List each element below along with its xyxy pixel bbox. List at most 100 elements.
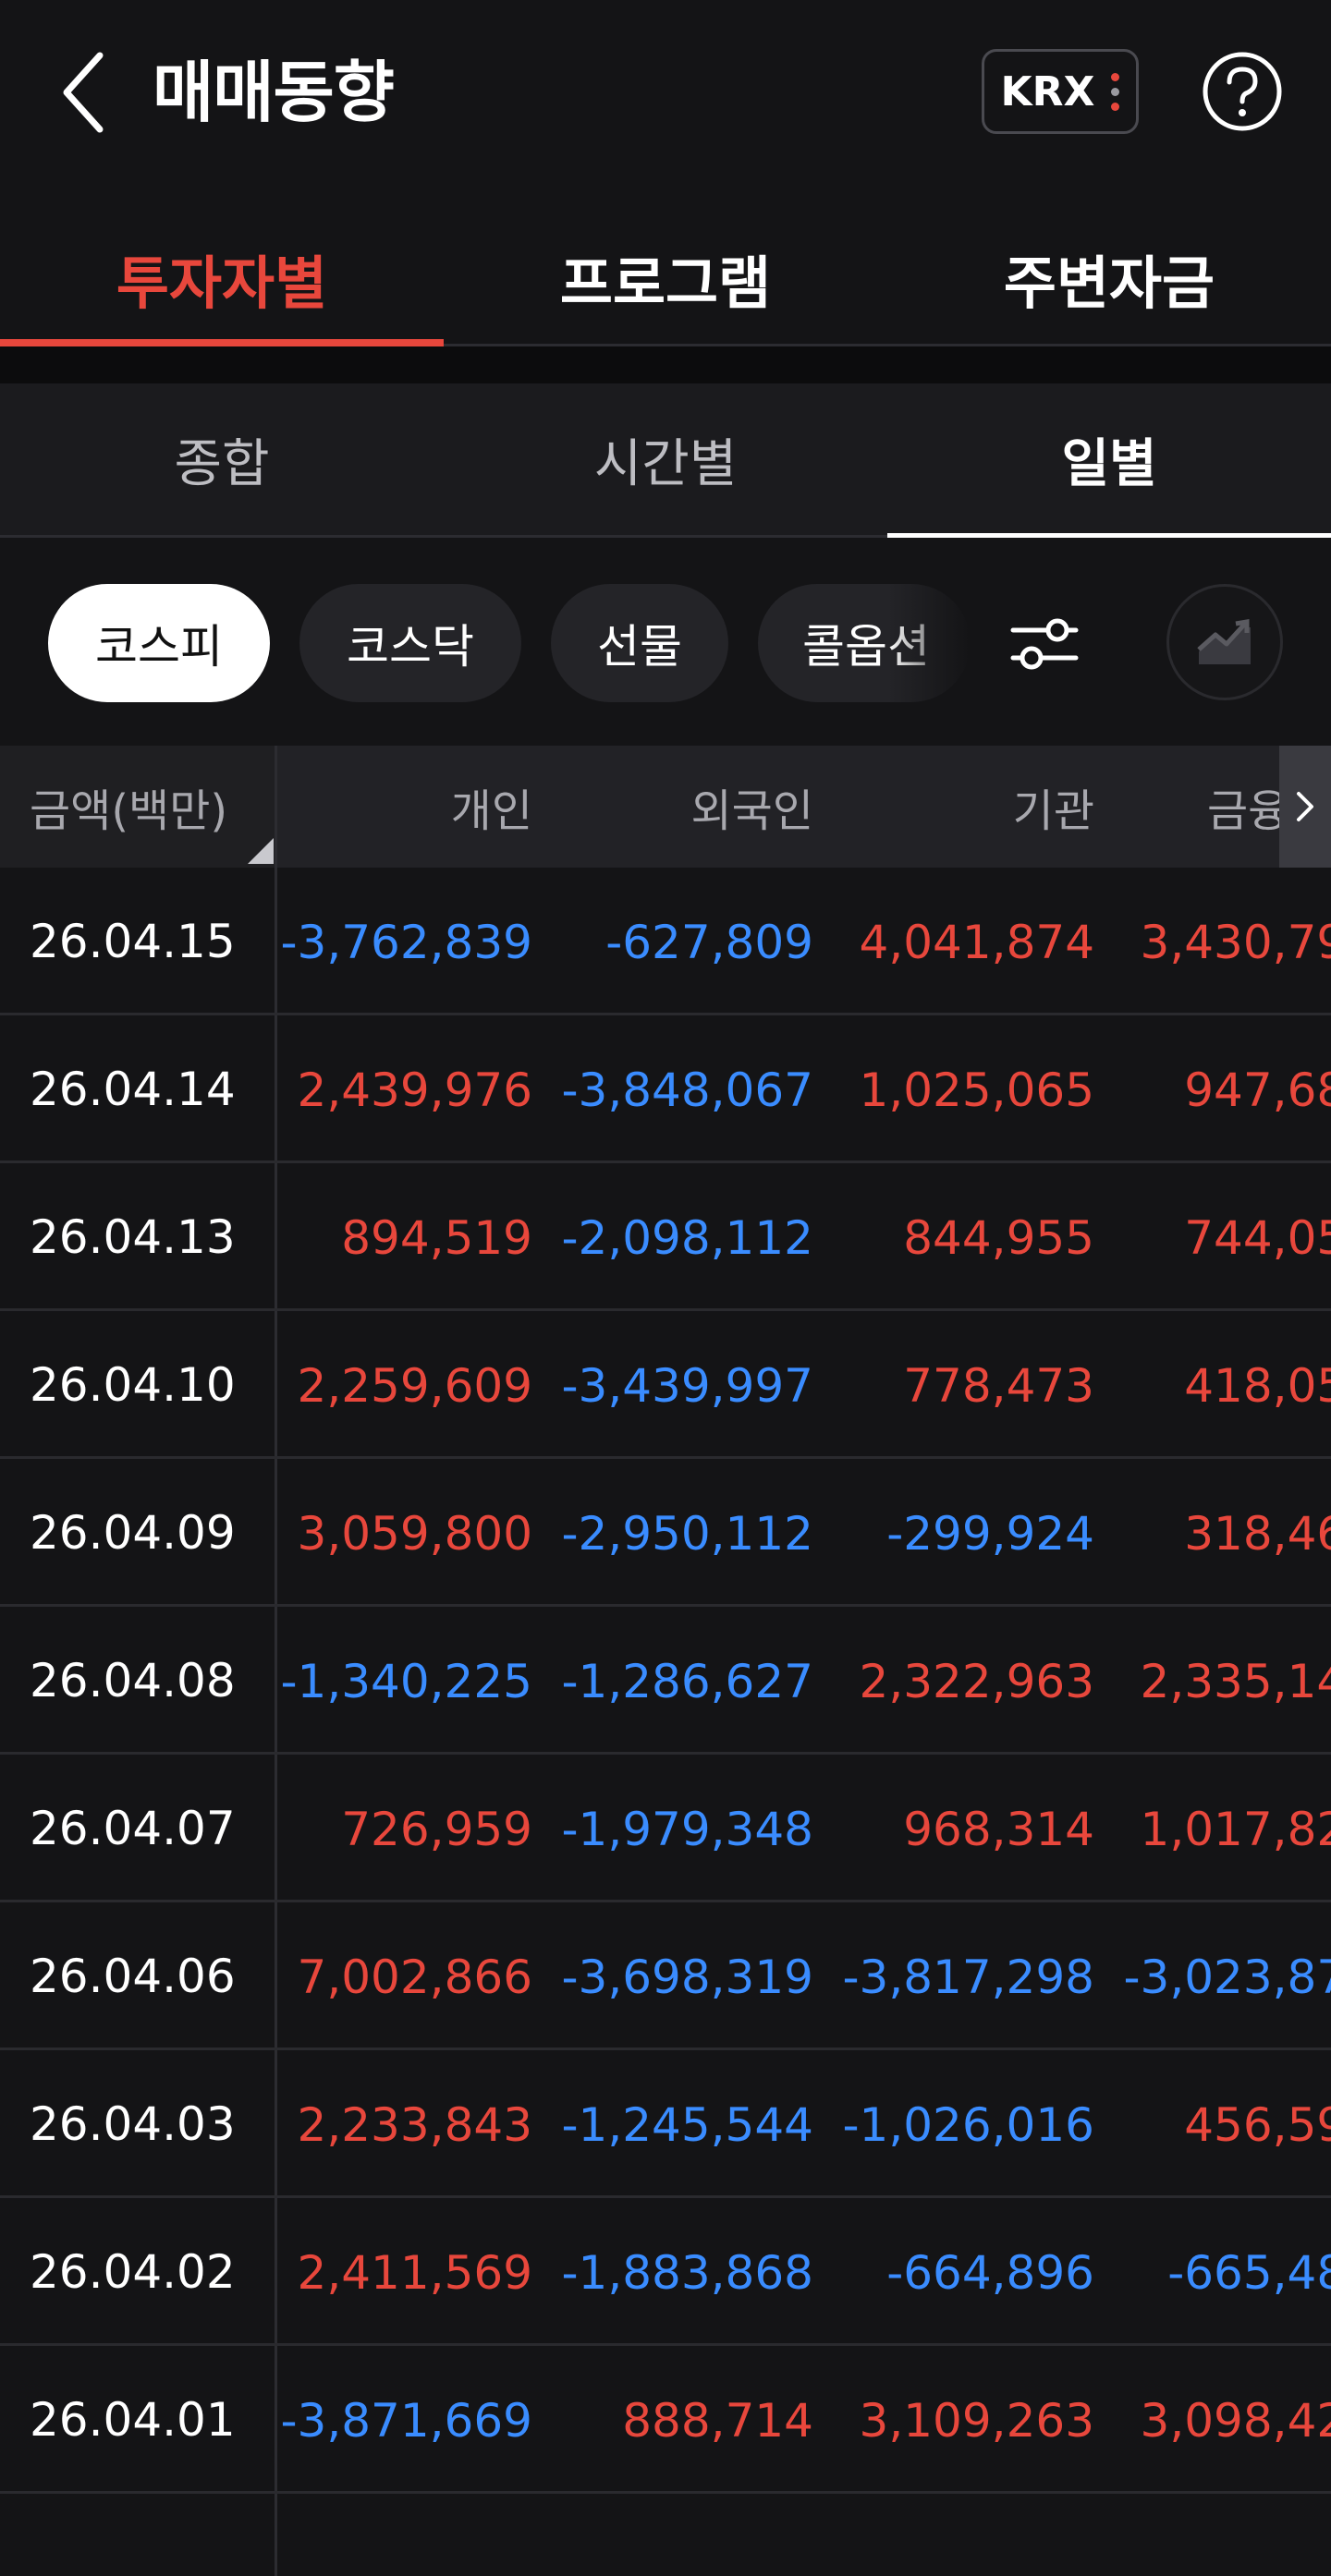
sliders-icon xyxy=(1010,618,1079,670)
cell-foreign: -1,979,348 xyxy=(561,1803,813,1856)
cell-individual: 726,959 xyxy=(341,1803,532,1856)
cell-institution: 4,041,874 xyxy=(859,916,1094,969)
cell-individual: -3,871,669 xyxy=(280,2394,532,2448)
table-header: 금액(백만) 개인 외국인 기관 금융투 xyxy=(0,746,1331,868)
cell-financial-investment: 1,017,826 xyxy=(1140,1803,1331,1856)
cell-financial-investment: 456,597 xyxy=(1184,2098,1331,2152)
cell-individual: 2,259,609 xyxy=(297,1359,532,1413)
cell-institution: -299,924 xyxy=(886,1507,1094,1561)
chip-kospi[interactable]: 코스피 xyxy=(48,584,270,702)
table-row[interactable]: 26.04.15 -3,762,839 -627,809 4,041,874 3,430… xyxy=(0,868,1331,1015)
cell-foreign: -627,809 xyxy=(605,916,813,969)
tab-investor[interactable]: 투자자별 xyxy=(0,213,444,346)
tab-program[interactable]: 프로그램 xyxy=(444,213,887,344)
column-header-institution[interactable]: 기관 xyxy=(813,746,1094,868)
table-row[interactable]: 26.04.09 3,059,800 -2,950,112 -299,924 318,4… xyxy=(0,1459,1331,1607)
cell-financial-investment: 744,051 xyxy=(1184,1211,1331,1265)
cell-foreign: -1,245,544 xyxy=(561,2098,813,2152)
trading-table: -1,200,740-143,3441,461,7081,396,53726.0… xyxy=(0,868,1331,2576)
market-chip-bar: 코스피 코스닥 선물 콜옵션 xyxy=(0,538,1331,746)
row-date: 26.04.08 xyxy=(30,1654,236,1707)
tab-surrounding-funds[interactable]: 주변자금 xyxy=(887,213,1331,344)
table-row[interactable]: 26.04.02 2,411,569 -1,883,868 -664,896 -665,… xyxy=(0,2198,1331,2346)
back-button[interactable] xyxy=(55,44,120,140)
cell-financial-investment: 418,052 xyxy=(1184,1359,1331,1413)
row-date: 26.04.15 xyxy=(30,915,236,968)
cell-financial-investment: 947,688 xyxy=(1184,1063,1331,1117)
cell-individual: 2,411,569 xyxy=(297,2246,532,2300)
main-tab-bar: 투자자별 프로그램 주변자금 xyxy=(0,213,1331,346)
help-button[interactable] xyxy=(1200,49,1285,134)
area-chart-icon xyxy=(1197,619,1251,664)
exchange-selector-button[interactable]: KRX xyxy=(982,49,1139,134)
cell-institution: 3,109,263 xyxy=(859,2394,1094,2448)
cell-foreign: -2,098,112 xyxy=(561,1211,813,1265)
page-title: 매매동향 xyxy=(153,54,395,131)
table-row[interactable]: 26.04.06 7,002,866 -3,698,319 -3,817,298 -3,… xyxy=(0,1902,1331,2050)
cell-institution: 968,314 xyxy=(903,1803,1094,1856)
cell-institution: 2,322,963 xyxy=(859,1655,1094,1708)
cell-foreign: -3,698,319 xyxy=(561,1950,813,2004)
sort-indicator-icon xyxy=(248,838,274,864)
subtab-summary[interactable]: 종합 xyxy=(0,383,444,535)
table-row[interactable]: 26.04.08 -1,340,225 -1,286,627 2,322,963 2,3… xyxy=(0,1607,1331,1755)
cell-financial-investment: 318,465 xyxy=(1184,1507,1331,1561)
row-date: 26.04.14 xyxy=(30,1063,236,1116)
cell-institution: -3,817,298 xyxy=(842,1950,1094,2004)
table-row[interactable]: 26.04.03 2,233,843 -1,245,544 -1,026,016 456… xyxy=(0,2050,1331,2198)
row-date: 26.04.06 xyxy=(30,1950,236,2003)
column-header-individual[interactable]: 개인 xyxy=(277,746,532,868)
cell-individual: 2,439,976 xyxy=(297,1063,532,1117)
cell-foreign: -2,950,112 xyxy=(561,1507,813,1561)
cell-institution: 778,473 xyxy=(903,1359,1094,1413)
cell-foreign: -3,439,997 xyxy=(561,1359,813,1413)
filter-button[interactable] xyxy=(1007,610,1081,678)
cell-individual: -1,340,225 xyxy=(280,1655,532,1708)
row-date: 26.04.07 xyxy=(30,1802,236,1855)
cell-institution: -1,026,016 xyxy=(842,2098,1094,2152)
section-divider xyxy=(0,346,1331,383)
chevron-left-icon xyxy=(63,52,104,133)
chart-view-button[interactable] xyxy=(1166,584,1283,700)
cell-foreign: -3,848,067 xyxy=(561,1063,813,1117)
subtab-hourly[interactable]: 시간별 xyxy=(444,383,887,535)
exchange-label: KRX xyxy=(1000,67,1095,115)
cell-financial-investment: 2,335,141 xyxy=(1140,1655,1331,1708)
table-row[interactable]: 26.04.14 2,439,976 -3,848,067 1,025,065 947,… xyxy=(0,1015,1331,1163)
cell-foreign: -1,286,627 xyxy=(561,1655,813,1708)
row-date: 26.04.01 xyxy=(30,2393,236,2447)
cell-institution: -664,896 xyxy=(886,2246,1094,2300)
chevron-right-icon xyxy=(1297,792,1313,821)
cell-individual: 894,519 xyxy=(341,1211,532,1265)
subtab-daily[interactable]: 일별 xyxy=(887,383,1331,538)
cell-financial-investment: 3,430,792 xyxy=(1140,916,1331,969)
chip-scroll-fade xyxy=(887,575,971,713)
cell-financial-investment: 3,098,421 xyxy=(1140,2394,1331,2448)
cell-financial-investment: -665,481 xyxy=(1167,2246,1331,2300)
column-header-amount[interactable]: 금액(백만) xyxy=(0,746,277,868)
question-circle-icon xyxy=(1203,52,1282,131)
column-header-foreign[interactable]: 외국인 xyxy=(532,746,813,868)
cell-individual: 2,233,843 xyxy=(297,2098,532,2152)
chip-kosdaq[interactable]: 코스닥 xyxy=(299,584,521,702)
sub-tab-bar: 종합 시간별 일별 xyxy=(0,383,1331,538)
vertical-dots-icon xyxy=(1111,72,1120,111)
scroll-right-button[interactable] xyxy=(1279,746,1331,868)
cell-individual: -3,762,839 xyxy=(280,916,532,969)
cell-foreign: 888,714 xyxy=(622,2394,813,2448)
table-row[interactable]: 26.04.01 -3,871,669 888,714 3,109,263 3,098,… xyxy=(0,2346,1331,2494)
cell-institution: 1,025,065 xyxy=(859,1063,1094,1117)
row-date: 26.04.02 xyxy=(30,2245,236,2299)
table-row[interactable]: 26.04.10 2,259,609 -3,439,997 778,473 418,05… xyxy=(0,1311,1331,1459)
cell-individual: 7,002,866 xyxy=(297,1950,532,2004)
table-row[interactable]: 26.04.07 726,959 -1,979,348 968,314 1,017,82… xyxy=(0,1755,1331,1902)
row-date: 26.04.09 xyxy=(30,1506,236,1560)
row-date: 26.04.03 xyxy=(30,2097,236,2151)
cell-financial-investment: -3,023,874 xyxy=(1123,1950,1331,2004)
top-bar: 매매동향 KRX xyxy=(0,0,1331,185)
row-date: 26.04.13 xyxy=(30,1210,236,1264)
chip-futures[interactable]: 선물 xyxy=(551,584,728,702)
cell-foreign: -1,883,868 xyxy=(561,2246,813,2300)
table-row[interactable]: 26.04.13 894,519 -2,098,112 844,955 744,051 xyxy=(0,1163,1331,1311)
row-date: 26.04.10 xyxy=(30,1358,236,1412)
